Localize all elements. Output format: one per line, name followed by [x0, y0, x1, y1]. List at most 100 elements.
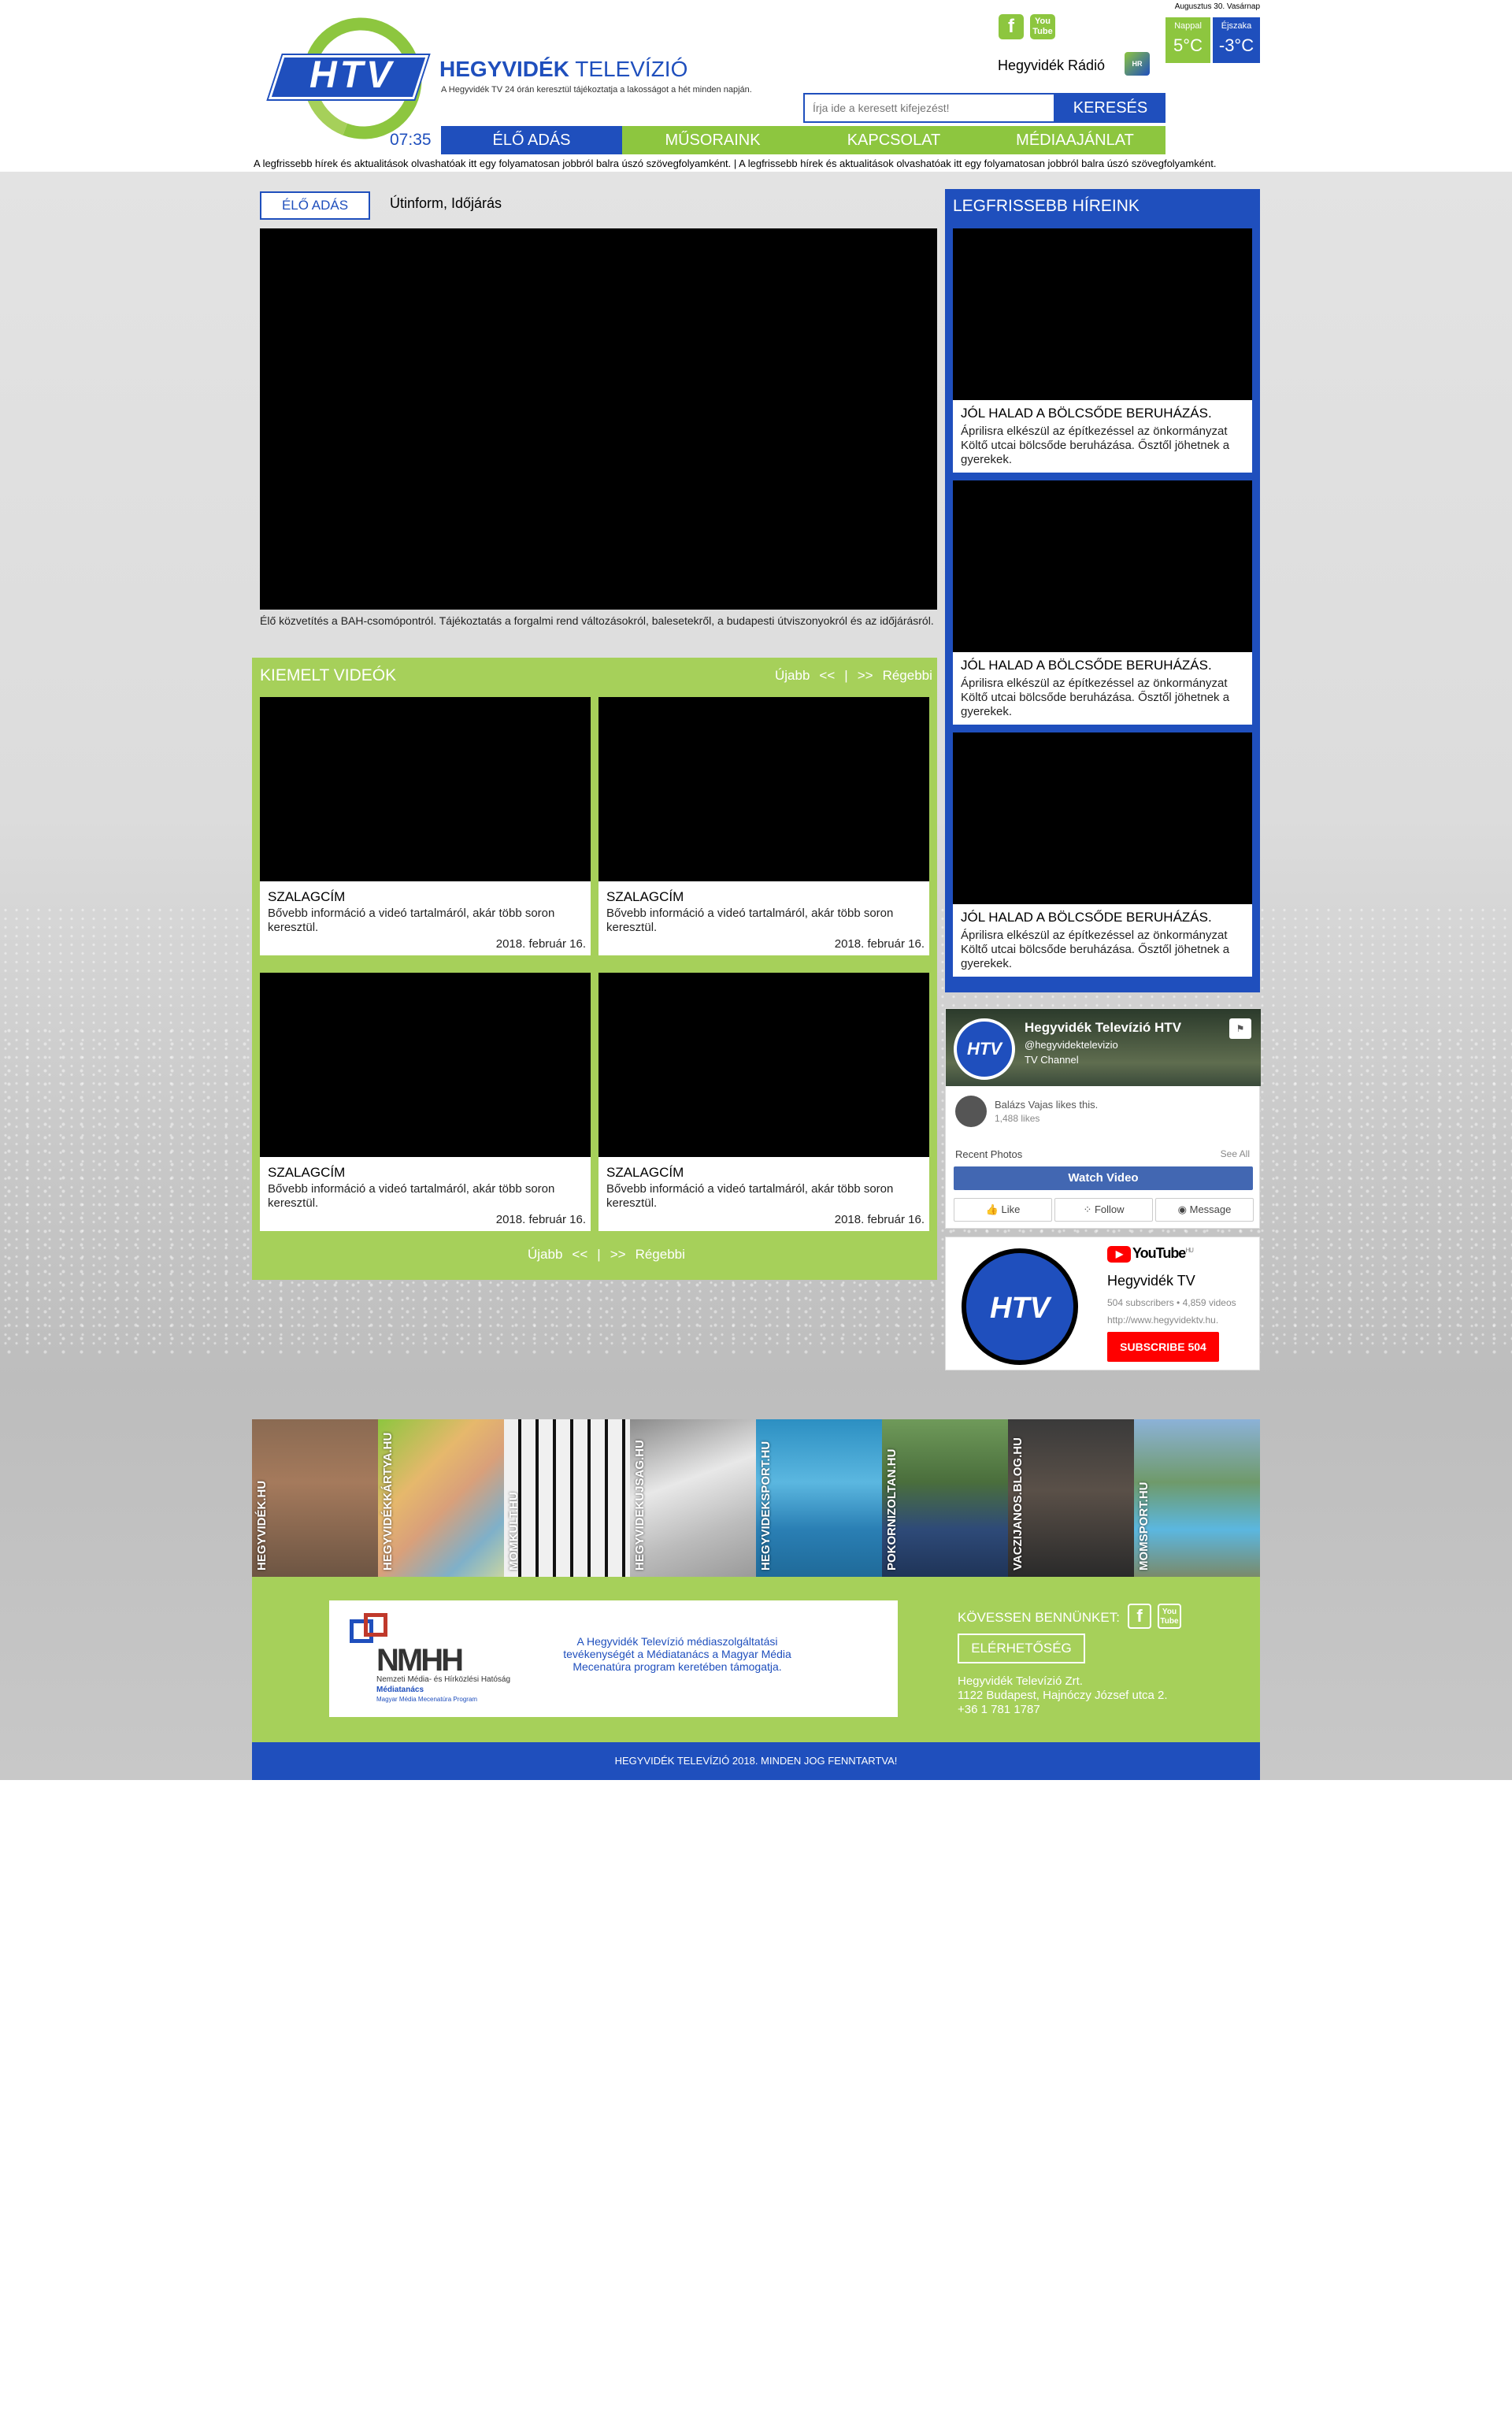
weather-night: Éjszaka -3°C: [1213, 17, 1260, 63]
video-title[interactable]: SZALAGCÍM: [268, 1165, 345, 1181]
facebook-follow-label: Follow: [1094, 1203, 1125, 1215]
news-title[interactable]: JÓL HALAD A BÖLCSŐDE BERUHÁZÁS.: [961, 910, 1212, 925]
video-thumbnail[interactable]: [260, 973, 591, 1157]
facebook-like-button[interactable]: 👍 Like: [954, 1198, 1052, 1222]
pager-older[interactable]: Régebbi: [636, 1247, 685, 1262]
nav-shows[interactable]: MŰSORAINK: [622, 126, 803, 154]
featured-title: KIEMELT VIDEÓK: [260, 666, 397, 684]
partner-hegyvidekujsag[interactable]: HEGYVIDEKUJSAG.HU: [630, 1419, 756, 1577]
partner-label: HEGYVIDEKUJSAG.HU: [633, 1440, 647, 1571]
facebook-icon[interactable]: f: [999, 14, 1024, 39]
search-button[interactable]: KERESÉS: [1055, 93, 1166, 123]
news-thumbnail[interactable]: [953, 228, 1252, 400]
video-title[interactable]: SZALAGCÍM: [606, 889, 684, 905]
youtube-icon[interactable]: You Tube: [1030, 14, 1055, 39]
partner-hegyvidek[interactable]: HEGYVIDÉK.HU: [252, 1419, 378, 1577]
weather-day-temp: 5°C: [1173, 35, 1203, 55]
news-card[interactable]: JÓL HALAD A BÖLCSŐDE BERUHÁZÁS. Áprilisr…: [953, 228, 1252, 473]
support-text: A Hegyvidék Televízió médiaszolgáltatási…: [563, 1635, 791, 1673]
company-name: Hegyvidék Televízió Zrt.: [958, 1674, 1083, 1688]
nav-contact[interactable]: KAPCSOLAT: [803, 126, 984, 154]
footer-facebook-icon[interactable]: f: [1128, 1604, 1151, 1629]
partner-label: HEGYVIDÉKKÁRTYA.HU: [381, 1432, 395, 1571]
news-thumbnail[interactable]: [953, 732, 1252, 904]
youtube-logo[interactable]: ▶ YouTubeHU: [1107, 1245, 1194, 1263]
nav-live[interactable]: ÉLŐ ADÁS: [441, 126, 622, 154]
partner-label: MOMSPORT.HU: [1137, 1482, 1151, 1571]
site-title-rest: TELEVÍZIÓ: [569, 57, 688, 81]
tab-utinform[interactable]: Útinform, Időjárás: [390, 195, 502, 212]
radio-icon[interactable]: HR: [1125, 52, 1150, 76]
facebook-watch-video-button[interactable]: Watch Video: [954, 1166, 1253, 1190]
latest-news-title: LEGFRISSEBB HÍREINK: [953, 197, 1140, 215]
partner-momsport[interactable]: MOMSPORT.HU: [1134, 1419, 1260, 1577]
nav-media[interactable]: MÉDIAAJÁNLAT: [984, 126, 1166, 154]
video-date: 2018. február 16.: [495, 1213, 586, 1226]
clock: 07:35: [390, 131, 432, 149]
facebook-message-button[interactable]: ◉ Message: [1155, 1198, 1254, 1222]
video-thumbnail[interactable]: [598, 973, 929, 1157]
partner-vaczijanos[interactable]: VACZIJANOS.BLOG.HU: [1008, 1419, 1134, 1577]
facebook-follow-button[interactable]: ⁘ Follow: [1054, 1198, 1153, 1222]
partner-label: VACZIJANOS.BLOG.HU: [1011, 1437, 1025, 1571]
facebook-page-avatar[interactable]: HTV: [954, 1018, 1015, 1080]
news-card[interactable]: JÓL HALAD A BÖLCSŐDE BERUHÁZÁS. Áprilisr…: [953, 480, 1252, 725]
nmhh-name: Nemzeti Média- és Hírközlési Hatóság: [376, 1675, 511, 1684]
news-title[interactable]: JÓL HALAD A BÖLCSŐDE BERUHÁZÁS.: [961, 658, 1212, 673]
facebook-page-type: TV Channel: [1025, 1054, 1079, 1066]
video-title[interactable]: SZALAGCÍM: [268, 889, 345, 905]
nmhh-program: Magyar Média Mecenatúra Program: [376, 1696, 478, 1703]
pager-next[interactable]: >>: [858, 668, 873, 683]
facebook-page-name[interactable]: Hegyvidék Televízió HTV: [1025, 1020, 1181, 1036]
partner-label: HEGYVIDEKSPORT.HU: [759, 1441, 773, 1571]
pager-newer[interactable]: Újabb: [775, 668, 810, 683]
bookmark-icon[interactable]: ⚑: [1229, 1018, 1251, 1039]
search-input[interactable]: [803, 93, 1055, 123]
contact-button[interactable]: ELÉRHETŐSÉG: [958, 1634, 1085, 1663]
news-card[interactable]: JÓL HALAD A BÖLCSŐDE BERUHÁZÁS. Áprilisr…: [953, 732, 1252, 977]
youtube-subscribe-button[interactable]: SUBSCRIBE 504: [1107, 1332, 1219, 1362]
video-thumbnail[interactable]: [260, 697, 591, 881]
facebook-see-all[interactable]: See All: [1221, 1148, 1250, 1159]
rss-icon: ⁘: [1083, 1203, 1095, 1215]
partner-label: HEGYVIDÉK.HU: [255, 1480, 269, 1571]
site-subtitle: A Hegyvidék TV 24 órán keresztül tájékoz…: [441, 85, 752, 95]
news-description: Áprilisra elkészül az építkezéssel az ön…: [961, 929, 1230, 970]
video-description: Bővebb információ a videó tartalmáról, a…: [268, 1182, 555, 1210]
youtube-channel-name[interactable]: Hegyvidék TV: [1107, 1273, 1195, 1289]
site-logo[interactable]: HTV: [285, 54, 419, 101]
footer-youtube-icon[interactable]: You Tube: [1158, 1604, 1181, 1629]
pager-newer[interactable]: Újabb: [528, 1247, 562, 1262]
video-card[interactable]: SZALAGCÍM Bővebb információ a videó tart…: [598, 697, 929, 955]
video-description: Bővebb információ a videó tartalmáról, a…: [606, 907, 894, 934]
video-card[interactable]: SZALAGCÍM Bővebb információ a videó tart…: [260, 973, 591, 1231]
facebook-handle: @hegyvidektelevizio: [1025, 1039, 1118, 1051]
live-video-player[interactable]: [260, 228, 937, 610]
weather-night-label: Éjszaka: [1221, 21, 1252, 31]
pager-prev[interactable]: <<: [819, 668, 835, 683]
pager-sep: |: [844, 668, 848, 683]
nmhh-logo[interactable]: NMHH: [376, 1643, 464, 1678]
pager-next[interactable]: >>: [610, 1247, 626, 1262]
company-address: 1122 Budapest, Hajnóczy József utca 2.: [958, 1689, 1168, 1702]
news-title[interactable]: JÓL HALAD A BÖLCSŐDE BERUHÁZÁS.: [961, 406, 1212, 421]
partner-momkult[interactable]: MOMKULT.HU: [504, 1419, 630, 1577]
partner-pokornizoltan[interactable]: POKORNIZOLTAN.HU: [882, 1419, 1008, 1577]
pager-prev[interactable]: <<: [572, 1247, 587, 1262]
youtube-channel-avatar[interactable]: HTV: [962, 1248, 1078, 1365]
news-thumbnail[interactable]: [953, 480, 1252, 652]
partner-hegyvideksport[interactable]: HEGYVIDEKSPORT.HU: [756, 1419, 882, 1577]
youtube-play-icon: ▶: [1107, 1245, 1131, 1263]
tab-live[interactable]: ÉLŐ ADÁS: [260, 191, 370, 220]
featured-pager-top: Újabb << | >> Régebbi: [770, 668, 937, 684]
video-title[interactable]: SZALAGCÍM: [606, 1165, 684, 1181]
radio-link[interactable]: Hegyvidék Rádió: [998, 57, 1105, 74]
video-card[interactable]: SZALAGCÍM Bővebb információ a videó tart…: [260, 697, 591, 955]
partner-hegyvidekkartya[interactable]: HEGYVIDÉKKÁRTYA.HU: [378, 1419, 504, 1577]
pager-older[interactable]: Régebbi: [883, 668, 932, 683]
weather-day: Nappal 5°C: [1166, 17, 1210, 63]
video-thumbnail[interactable]: [598, 697, 929, 881]
facebook-likes-count: 1,488 likes: [995, 1113, 1040, 1124]
youtube-url[interactable]: http://www.hegyvidektv.hu.: [1107, 1315, 1218, 1326]
video-card[interactable]: SZALAGCÍM Bővebb információ a videó tart…: [598, 973, 929, 1231]
